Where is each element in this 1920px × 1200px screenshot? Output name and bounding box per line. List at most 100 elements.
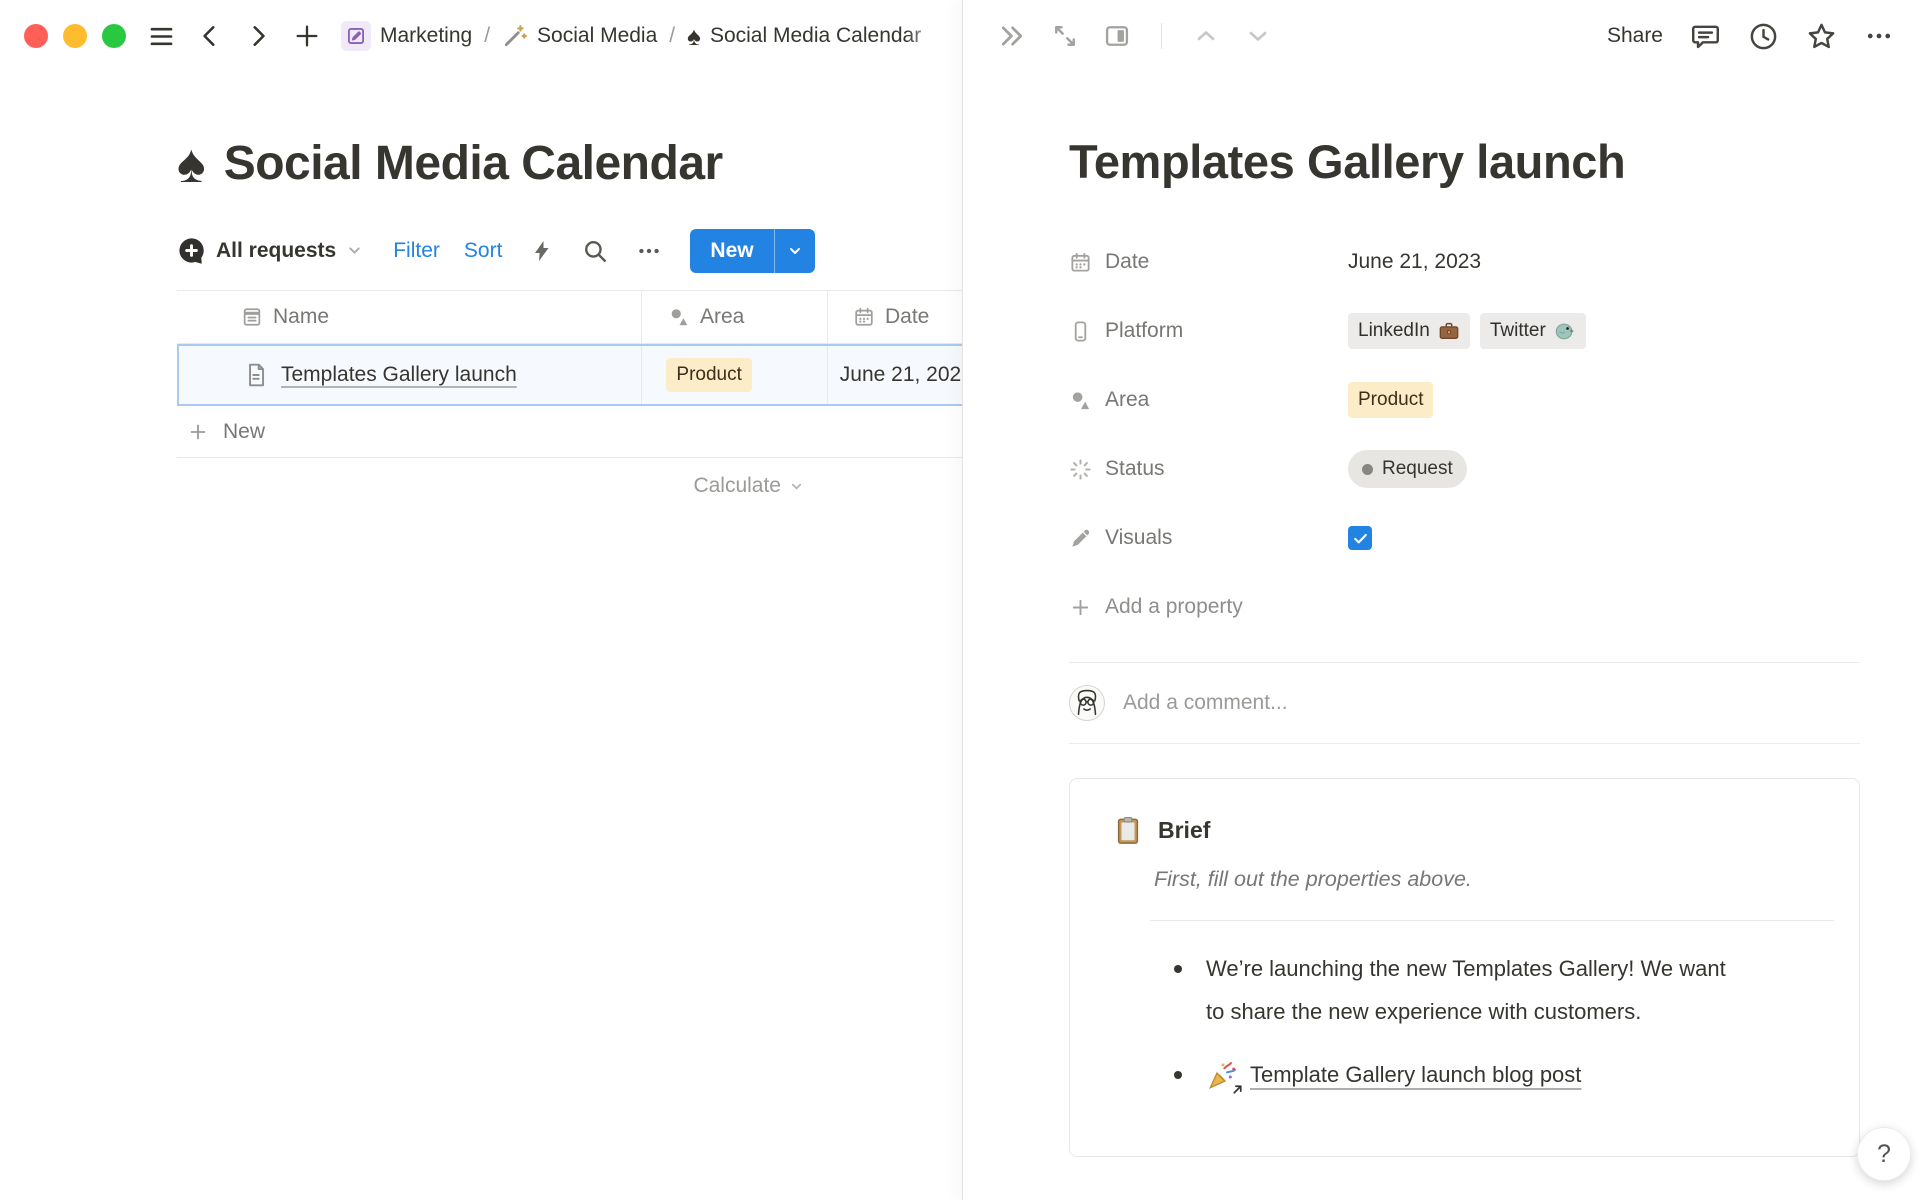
clipboard-icon xyxy=(1113,815,1143,845)
brief-bullets: We’re launching the new Templates Galler… xyxy=(1150,947,1834,1096)
row-date[interactable]: June 21, 2023 xyxy=(840,363,962,387)
property-label-area[interactable]: Area xyxy=(1069,388,1348,412)
property-list: Date June 21, 2023 Platform LinkedIn xyxy=(1069,237,1860,632)
property-row-date: Date June 21, 2023 xyxy=(1069,237,1860,287)
status-pill[interactable]: Request xyxy=(1348,450,1467,488)
database-table: Name Area Date xyxy=(177,290,962,498)
chevron-down-icon xyxy=(346,242,363,259)
pen-icon xyxy=(1069,527,1092,550)
bullet-marker xyxy=(1174,1071,1182,1079)
favorite-star-icon[interactable] xyxy=(1806,21,1837,52)
link-arrow-icon xyxy=(1231,1083,1244,1096)
page-icon xyxy=(243,362,269,388)
visuals-checkbox[interactable] xyxy=(1348,526,1372,550)
back-chevron-icon[interactable] xyxy=(197,23,223,49)
requests-view-icon xyxy=(177,236,206,265)
database-spade-icon[interactable]: ♠ xyxy=(177,137,206,191)
breadcrumb-separator: / xyxy=(667,24,677,48)
breadcrumb-item-marketing[interactable]: Marketing xyxy=(341,21,472,51)
wand-icon xyxy=(502,23,528,49)
property-label-platform[interactable]: Platform xyxy=(1069,319,1348,343)
search-icon[interactable] xyxy=(582,238,608,264)
date-value[interactable]: June 21, 2023 xyxy=(1348,250,1481,274)
zoom-window-button[interactable] xyxy=(102,24,126,48)
main-panel: Marketing / Social Media / ♠ Social Medi… xyxy=(0,0,962,1200)
forward-chevron-icon[interactable] xyxy=(245,23,271,49)
comments-icon[interactable] xyxy=(1690,21,1721,52)
status-value[interactable]: Request xyxy=(1348,450,1467,488)
comment-input[interactable]: Add a comment... xyxy=(1123,691,1860,715)
property-row-area: Area Product xyxy=(1069,375,1860,425)
filter-button[interactable]: Filter xyxy=(393,239,440,263)
history-icon[interactable] xyxy=(1748,21,1779,52)
name-field-icon xyxy=(241,306,263,328)
brief-hint[interactable]: First, fill out the properties above. xyxy=(1154,867,1834,892)
bullet-item: We’re launching the new Templates Galler… xyxy=(1150,947,1834,1033)
help-button[interactable]: ? xyxy=(1857,1127,1911,1181)
platform-tag-twitter[interactable]: Twitter xyxy=(1480,313,1586,349)
side-peek-icon[interactable] xyxy=(1103,22,1131,50)
property-row-platform: Platform LinkedIn Twitter xyxy=(1069,306,1860,356)
table-new-row-button[interactable]: New xyxy=(177,406,962,458)
previous-page-chevron-icon[interactable] xyxy=(1192,22,1220,50)
platform-tag-linkedin[interactable]: LinkedIn xyxy=(1348,313,1470,349)
expand-page-icon[interactable] xyxy=(1051,22,1079,50)
breadcrumb: Marketing / Social Media / ♠ Social Medi… xyxy=(341,21,921,51)
brief-title[interactable]: Brief xyxy=(1158,817,1210,844)
traffic-lights xyxy=(24,24,126,48)
close-window-button[interactable] xyxy=(24,24,48,48)
window-titlebar: Marketing / Social Media / ♠ Social Medi… xyxy=(0,0,962,72)
plus-icon xyxy=(1069,596,1092,619)
status-spinner-icon xyxy=(1069,458,1092,481)
column-header-date[interactable]: Date xyxy=(828,291,962,343)
bird-icon xyxy=(1554,320,1576,342)
column-header-name[interactable]: Name xyxy=(177,291,642,343)
area-tag[interactable]: Product xyxy=(666,358,751,392)
table-header: Name Area Date xyxy=(177,290,962,344)
calculate-button[interactable]: Calculate xyxy=(177,458,828,498)
row-page-title[interactable]: Templates Gallery launch xyxy=(281,363,517,387)
new-entry-button[interactable]: New xyxy=(690,229,814,273)
area-tag[interactable]: Product xyxy=(1348,382,1433,418)
sort-button[interactable]: Sort xyxy=(464,239,503,263)
property-label-date[interactable]: Date xyxy=(1069,250,1348,274)
view-name: All requests xyxy=(216,239,336,263)
bullet-text[interactable]: We’re launching the new Templates Galler… xyxy=(1206,947,1726,1033)
breadcrumb-item-social-media-calendar[interactable]: ♠ Social Media Calendar xyxy=(687,23,921,49)
column-header-area[interactable]: Area xyxy=(642,291,828,343)
property-label-visuals[interactable]: Visuals xyxy=(1069,526,1348,550)
database-title[interactable]: Social Media Calendar xyxy=(224,136,723,191)
view-switcher[interactable]: All requests xyxy=(177,236,363,265)
select-field-icon xyxy=(668,306,690,328)
breadcrumb-item-social-media[interactable]: Social Media xyxy=(502,23,657,49)
bolt-icon[interactable] xyxy=(530,239,554,263)
breadcrumb-separator: / xyxy=(482,24,492,48)
date-field-icon xyxy=(853,306,875,328)
more-ellipsis-icon[interactable] xyxy=(1864,21,1894,51)
brief-template-card: Brief First, fill out the properties abo… xyxy=(1069,778,1860,1157)
status-dot xyxy=(1362,464,1373,475)
close-peek-double-chevron-icon[interactable] xyxy=(997,21,1027,51)
bullet-item: Template Gallery launch blog post xyxy=(1150,1053,1834,1096)
page-title[interactable]: Templates Gallery launch xyxy=(1069,134,1860,189)
property-row-visuals: Visuals xyxy=(1069,513,1860,563)
share-button[interactable]: Share xyxy=(1607,24,1663,48)
phone-icon xyxy=(1069,320,1092,343)
blog-post-page-link[interactable]: Template Gallery launch blog post xyxy=(1250,1053,1581,1096)
table-row[interactable]: Templates Gallery launch Product June 21… xyxy=(177,344,962,406)
comment-composer: Add a comment... xyxy=(1069,663,1860,743)
sidebar-menu-icon[interactable] xyxy=(148,23,175,50)
property-row-status: Status Request xyxy=(1069,444,1860,494)
view-toolbar: All requests Filter Sort New xyxy=(177,228,962,273)
minimize-window-button[interactable] xyxy=(63,24,87,48)
new-entry-dropdown-icon[interactable] xyxy=(775,243,815,259)
party-popper-icon xyxy=(1206,1058,1240,1092)
next-page-chevron-icon[interactable] xyxy=(1244,22,1272,50)
divider xyxy=(1069,743,1860,744)
property-label-status[interactable]: Status xyxy=(1069,457,1348,481)
add-property-button[interactable]: Add a property xyxy=(1069,582,1860,632)
more-ellipsis-icon[interactable] xyxy=(636,238,662,264)
platform-value[interactable]: LinkedIn Twitter xyxy=(1348,313,1586,349)
area-value[interactable]: Product xyxy=(1348,382,1433,418)
new-tab-plus-icon[interactable] xyxy=(293,22,321,50)
